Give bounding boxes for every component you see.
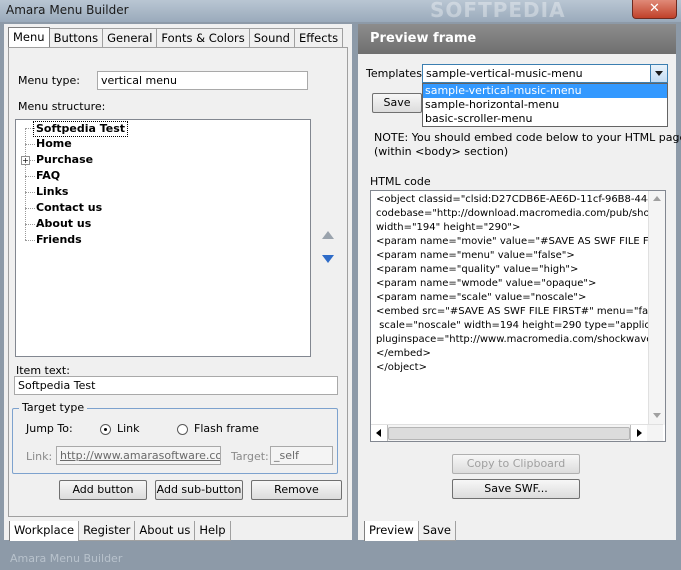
preview-bottom-tabs: Preview Save xyxy=(364,521,456,543)
scroll-left-button[interactable] xyxy=(371,425,388,441)
code-line: </object> xyxy=(376,362,427,373)
scroll-right-button[interactable] xyxy=(630,425,647,441)
tree-branch xyxy=(25,208,35,209)
link-radio[interactable] xyxy=(100,424,111,435)
note-line-1: NOTE: You should embed code below to you… xyxy=(374,131,681,144)
code-line: <object classid="clsid:D27CDB6E-AE6D-11c… xyxy=(376,194,660,205)
templates-dropdown[interactable]: sample-vertical-music-menu sample-horizo… xyxy=(422,83,668,127)
left-pane: Menu Buttons General Fonts & Colors Soun… xyxy=(4,24,352,543)
app-window: Amara Menu Builder SOFTPEDIA ✕ Menu Butt… xyxy=(0,0,681,570)
vertical-scrollbar[interactable] xyxy=(648,191,665,425)
tree-item-faq[interactable]: FAQ xyxy=(36,169,60,183)
code-line: <param name="movie" value="#SAVE AS SWF … xyxy=(376,236,666,247)
tab-register[interactable]: Register xyxy=(78,521,136,541)
code-line: <embed src="#SAVE AS SWF FILE FIRST#" me… xyxy=(376,306,663,317)
templates-select[interactable]: sample-vertical-music-menu xyxy=(422,64,668,83)
tree-branch xyxy=(25,240,35,241)
code-line: width="194" height="290"> xyxy=(376,222,521,233)
expand-plus-icon[interactable]: + xyxy=(21,156,30,165)
tree-item-friends[interactable]: Friends xyxy=(36,233,82,247)
link-field[interactable]: http://www.amarasoftware.com xyxy=(56,446,221,465)
link-radio-label[interactable]: Link xyxy=(117,422,140,435)
templates-selected-value: sample-vertical-music-menu xyxy=(426,67,583,80)
horizontal-scrollbar[interactable] xyxy=(371,424,663,441)
scroll-up-icon[interactable] xyxy=(653,196,661,201)
template-option[interactable]: sample-horizontal-menu xyxy=(423,98,667,112)
note-line-2: (within <body> section) xyxy=(374,145,509,158)
chevron-down-icon[interactable] xyxy=(650,65,667,82)
title-bar[interactable]: Amara Menu Builder SOFTPEDIA ✕ xyxy=(0,0,681,22)
menu-structure-label: Menu structure: xyxy=(18,100,106,113)
tree-item-home[interactable]: Home xyxy=(36,137,72,151)
remove-button[interactable]: Remove xyxy=(251,480,342,500)
tab-general[interactable]: General xyxy=(102,28,158,48)
tree-item-links[interactable]: Links xyxy=(36,185,68,199)
move-up-icon[interactable] xyxy=(322,231,334,239)
jump-to-label: Jump To: xyxy=(26,422,73,435)
tree-branch xyxy=(25,176,35,177)
tab-buttons[interactable]: Buttons xyxy=(48,28,104,48)
template-option[interactable]: sample-vertical-music-menu xyxy=(423,84,667,98)
flash-frame-radio[interactable] xyxy=(177,424,188,435)
menu-type-field[interactable]: vertical menu xyxy=(97,71,308,90)
menu-structure-tree[interactable]: Softpedia Test Home + Purchase FAQ Links… xyxy=(15,119,311,357)
save-swf-button[interactable]: Save SWF... xyxy=(452,479,580,499)
template-option[interactable]: basic-scroller-menu xyxy=(423,112,667,126)
add-button[interactable]: Add button xyxy=(59,480,147,500)
bottom-tab-strip: Workplace Register About us Help xyxy=(9,521,231,543)
menu-tab-panel: Menu type: vertical menu Menu structure:… xyxy=(8,47,348,517)
add-sub-button[interactable]: Add sub-button xyxy=(155,480,243,500)
code-line: codebase="http://download.macromedia.com… xyxy=(376,208,661,219)
tree-item-purchase[interactable]: Purchase xyxy=(36,153,93,167)
html-code-label: HTML code xyxy=(370,175,431,188)
tab-fonts-colors[interactable]: Fonts & Colors xyxy=(156,28,250,48)
scroll-down-icon[interactable] xyxy=(653,413,661,418)
scroll-left-icon xyxy=(376,429,381,437)
window-title: Amara Menu Builder xyxy=(6,3,129,17)
tab-effects[interactable]: Effects xyxy=(293,28,344,48)
tab-workplace[interactable]: Workplace xyxy=(9,521,80,543)
tab-menu[interactable]: Menu xyxy=(8,27,50,49)
code-line: scale="noscale" width=194 height=290 typ… xyxy=(376,320,663,331)
window-footer: Amara Menu Builder xyxy=(0,541,681,570)
copy-to-clipboard-button[interactable]: Copy to Clipboard xyxy=(452,454,580,474)
code-line: pluginspace="http://www.macromedia.com/s… xyxy=(376,334,653,345)
move-down-icon[interactable] xyxy=(322,255,334,263)
tab-help[interactable]: Help xyxy=(194,521,231,541)
link-label: Link: xyxy=(26,450,53,463)
tab-save[interactable]: Save xyxy=(417,521,456,541)
right-pane: Preview frame Templates: sample-vertical… xyxy=(358,24,681,543)
tree-branch xyxy=(25,192,35,193)
tree-item-contact-us[interactable]: Contact us xyxy=(36,201,102,215)
footer-title: Amara Menu Builder xyxy=(10,552,123,565)
close-button[interactable]: ✕ xyxy=(632,0,677,19)
tree-item-softpedia-test[interactable]: Softpedia Test xyxy=(33,121,129,137)
tree-item-about-us[interactable]: About us xyxy=(36,217,91,231)
tree-branch xyxy=(25,224,35,225)
save-template-button[interactable]: Save xyxy=(372,93,422,113)
tab-sound[interactable]: Sound xyxy=(248,28,295,48)
tree-branch xyxy=(25,144,35,145)
menu-type-label: Menu type: xyxy=(18,74,80,87)
code-line: </embed> xyxy=(376,348,431,359)
tab-about-us[interactable]: About us xyxy=(134,521,196,541)
watermark: SOFTPEDIA xyxy=(430,0,566,22)
html-code-box[interactable]: <object classid="clsid:D27CDB6E-AE6D-11c… xyxy=(370,190,666,442)
top-tab-strip: Menu Buttons General Fonts & Colors Soun… xyxy=(8,27,344,49)
scroll-thumb[interactable] xyxy=(388,427,630,440)
item-text-field[interactable]: Softpedia Test xyxy=(14,376,338,395)
code-line: <param name="menu" value="false"> xyxy=(376,250,575,261)
flash-frame-radio-label[interactable]: Flash frame xyxy=(194,422,259,435)
target-label: Target: xyxy=(231,450,269,463)
tab-preview[interactable]: Preview xyxy=(364,521,419,543)
code-line: <param name="quality" value="high"> xyxy=(376,264,579,275)
code-line: <param name="scale" value="noscale"> xyxy=(376,292,587,303)
code-line: <param name="wmode" value="opaque"> xyxy=(376,278,597,289)
templates-label: Templates: xyxy=(366,67,426,80)
preview-frame-header: Preview frame xyxy=(358,24,676,54)
target-field[interactable]: _self xyxy=(270,446,333,465)
target-type-label: Target type xyxy=(19,401,88,414)
scroll-right-icon xyxy=(637,429,642,437)
